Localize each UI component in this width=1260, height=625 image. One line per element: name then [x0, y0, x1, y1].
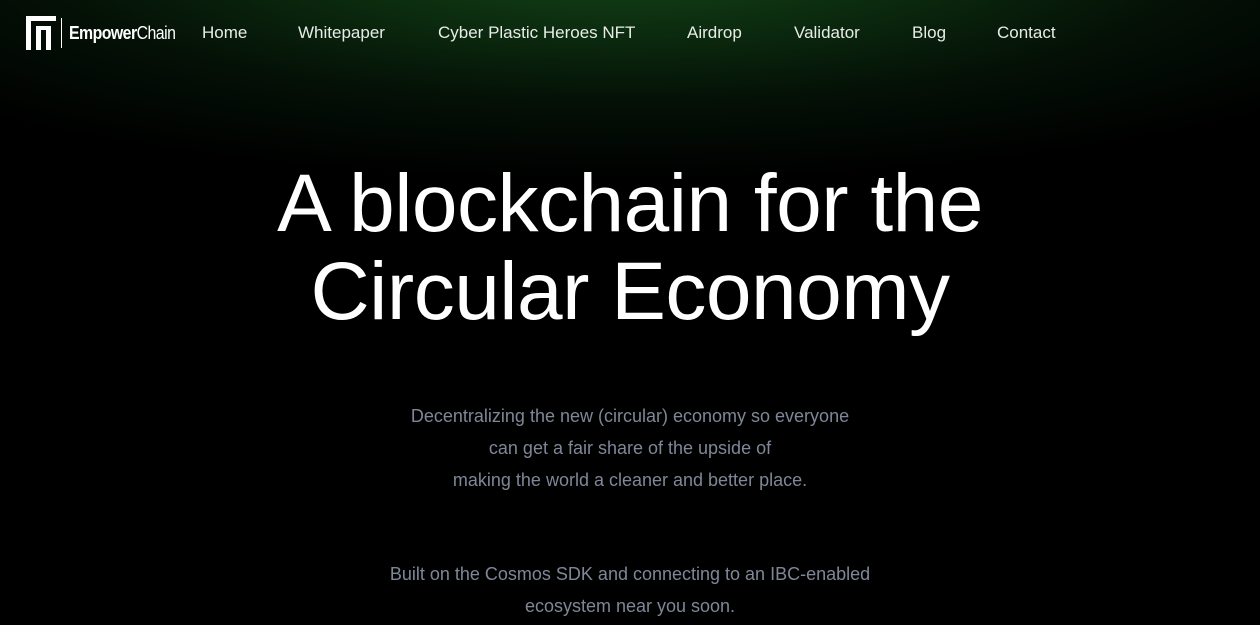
brand-name-light: Chain [136, 22, 176, 43]
hero-subtitle: Decentralizing the new (circular) econom… [0, 400, 1260, 496]
nav-item-whitepaper[interactable]: Whitepaper [298, 22, 385, 44]
nav-item-blog[interactable]: Blog [912, 22, 946, 44]
brand-name-bold: Empower [69, 22, 137, 43]
hero-subtitle-line-2: can get a fair share of the upside of [488, 438, 772, 458]
brand-logo[interactable]: EmpowerChain [26, 16, 190, 50]
nav-item-home[interactable]: Home [202, 22, 247, 44]
empowerchain-logo-icon [26, 16, 56, 50]
nav-item-cyber-plastic-heroes-nft[interactable]: Cyber Plastic Heroes NFT [438, 22, 635, 44]
hero-subtitle-line-3: making the world a cleaner and better pl… [452, 470, 808, 490]
nav-item-contact[interactable]: Contact [997, 22, 1056, 44]
nav-item-airdrop[interactable]: Airdrop [687, 22, 742, 44]
nav-item-validator[interactable]: Validator [794, 22, 860, 44]
brand-name: EmpowerChain [69, 22, 176, 44]
hero-title-line-1: A blockchain for the [277, 158, 983, 249]
hero-title: A blockchain for the Circular Economy [0, 160, 1260, 336]
hero-title-line-2: Circular Economy [310, 246, 950, 337]
logo-divider [61, 18, 62, 48]
hero-tech-description: Built on the Cosmos SDK and connecting t… [0, 558, 1260, 622]
hero-subtitle-line-1: Decentralizing the new (circular) econom… [410, 406, 850, 426]
hero-tech-line-1: Built on the Cosmos SDK and connecting t… [389, 564, 871, 584]
top-navigation-bar: EmpowerChain Home Whitepaper Cyber Plast… [0, 0, 1260, 66]
hero-tech-line-2: ecosystem near you soon. [524, 596, 736, 616]
